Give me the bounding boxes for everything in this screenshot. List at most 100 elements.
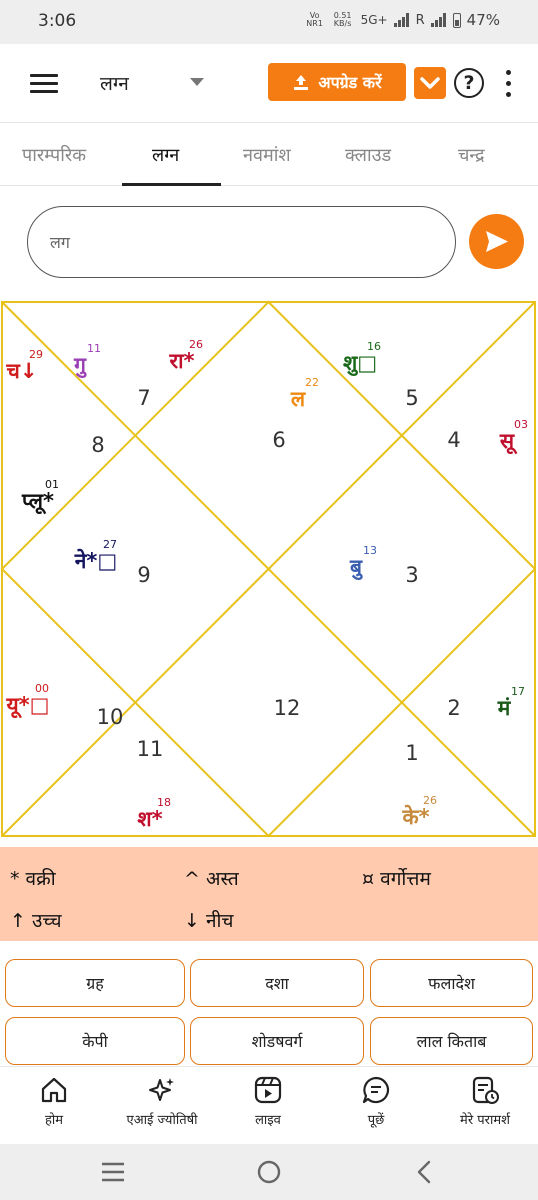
home-icon <box>41 1077 67 1103</box>
nav-ask[interactable]: पूछें <box>346 1067 406 1145</box>
status-time: 3:06 <box>38 11 77 31</box>
search-input[interactable] <box>50 229 430 255</box>
kp-button[interactable]: केपी <box>5 1017 185 1065</box>
planet-label: च↓ <box>6 359 38 383</box>
planet-degree: 26 <box>423 794 437 807</box>
speed-indicator: 0.51 KB/s <box>331 12 355 28</box>
planet-degree: 16 <box>367 340 381 353</box>
planet-labels: च↓29 गु11रा*26ल22शु□16सू03प्लू*01ने*□27बु… <box>5 338 528 831</box>
help-icon[interactable]: ? <box>454 68 484 98</box>
planet-label: मं <box>497 696 512 720</box>
chevron-down-icon <box>420 77 440 89</box>
house-number-12: 12 <box>274 696 301 720</box>
planet-label: प्लू* <box>21 489 54 515</box>
signal-icon-2 <box>430 13 447 27</box>
search-box <box>27 206 456 278</box>
planet-degree: 00 <box>35 682 49 695</box>
nav-live[interactable]: लाइव <box>238 1067 298 1145</box>
shodashvarga-button[interactable]: शोडषवर्ग <box>190 1017 364 1065</box>
signal-icon <box>393 13 410 27</box>
lal-kitab-button[interactable]: लाल किताब <box>370 1017 533 1065</box>
tab-cloud[interactable]: क्लाउड <box>345 143 391 167</box>
menu-icon[interactable] <box>30 74 58 94</box>
planet-label: सू <box>499 429 518 455</box>
roaming-indicator: R <box>415 12 425 28</box>
house-number-9: 9 <box>137 563 150 587</box>
bottom-navigation: होम एआई ज्योतिषी लाइव पूछें मेरे परामर्श <box>0 1066 538 1144</box>
upload-icon <box>294 75 309 90</box>
volte-indicator: Vo NR1 <box>306 11 323 28</box>
tab-lagna[interactable]: लग्न <box>152 143 179 167</box>
planet-label: ने*□ <box>74 548 117 573</box>
house-number-10: 10 <box>97 705 124 729</box>
legend-panel: * वक्री ^ अस्त ¤ वर्गोत्तम ↑ उच्च ↓ नीच <box>0 847 538 941</box>
chat-icon <box>362 1076 390 1104</box>
chart-type-value: लग्न <box>100 73 129 95</box>
sparkle-icon <box>149 1078 174 1101</box>
nav-ai-astrologer-label: एआई ज्योतिषी <box>126 1113 198 1128</box>
status-icons: Vo NR1 0.51 KB/s 5G+ R 47% <box>305 11 500 29</box>
house-number-8: 8 <box>91 433 104 457</box>
legend-debilitated: ↓ नीच <box>184 910 234 932</box>
legend-vargottam: ¤ वर्गोत्तम <box>362 868 431 890</box>
nav-ai-astrologer[interactable]: एआई ज्योतिषी <box>112 1067 212 1145</box>
recent-apps-icon[interactable] <box>100 1161 126 1183</box>
app-bar: लग्न अपग्रेड करें ? <box>0 44 538 122</box>
battery-icon <box>452 12 461 28</box>
house-number-7: 7 <box>137 386 150 410</box>
battery-percent: 47% <box>466 11 500 29</box>
nav-ask-label: पूछें <box>367 1113 385 1128</box>
legend-exalted: ↑ उच्च <box>10 910 62 932</box>
legend-retrograde: * वक्री <box>10 868 56 890</box>
planet-degree: 18 <box>157 796 171 809</box>
planet-label: शु□ <box>343 351 377 377</box>
house-number-1: 1 <box>405 741 418 765</box>
chevron-down-icon <box>190 78 204 86</box>
active-tab-indicator <box>122 183 221 186</box>
tab-chandra[interactable]: चन्द्र <box>458 143 485 167</box>
dasha-button[interactable]: दशा <box>190 959 364 1007</box>
planet-degree: 29 <box>29 348 43 361</box>
chart-tabs: पारम्परिक लग्न नवमांश क्लाउड चन्द्र <box>0 122 538 186</box>
house-number-4: 4 <box>447 428 460 452</box>
house-number-5: 5 <box>405 386 418 410</box>
planets-button[interactable]: ग्रह <box>5 959 185 1007</box>
house-number-6: 6 <box>272 428 285 452</box>
house-number-3: 3 <box>405 563 418 587</box>
predictions-button[interactable]: फलादेश <box>370 959 533 1007</box>
send-icon <box>486 231 508 252</box>
planet-label: श* <box>137 807 162 831</box>
planet-degree: 17 <box>511 685 525 698</box>
planet-label: यू*□ <box>5 693 49 719</box>
tab-traditional[interactable]: पारम्परिक <box>22 143 86 167</box>
speed-unit: KB/s <box>333 19 352 28</box>
planet-label: ल <box>290 387 306 411</box>
upgrade-label: अपग्रेड करें <box>318 73 382 92</box>
status-bar: 3:06 Vo NR1 0.51 KB/s 5G+ R 47% <box>0 0 538 44</box>
nav-live-label: लाइव <box>255 1113 281 1128</box>
network-type: 5G+ <box>360 13 388 27</box>
planet-degree: 27 <box>103 538 117 551</box>
nav-my-consultations[interactable]: मेरे परामर्श <box>440 1067 530 1145</box>
planet-label: गु <box>73 353 87 379</box>
planet-degree: 13 <box>363 544 377 557</box>
legend-combust: ^ अस्त <box>184 868 239 890</box>
home-system-icon[interactable] <box>256 1159 282 1185</box>
consultation-history-icon <box>472 1076 499 1104</box>
planet-degree: 03 <box>514 418 528 431</box>
planet-degree: 01 <box>45 478 59 491</box>
live-video-icon <box>254 1076 282 1104</box>
upgrade-options-button[interactable] <box>414 67 446 99</box>
kundli-chart: 1 2 3 4 5 6 7 8 9 10 11 12 च↓29 गु11रा*26… <box>0 300 537 838</box>
house-number-2: 2 <box>447 696 460 720</box>
tab-navamsha[interactable]: नवमांश <box>243 143 291 167</box>
back-icon[interactable] <box>412 1159 436 1185</box>
nav-home-label: होम <box>44 1113 64 1128</box>
planet-label: के* <box>401 804 429 829</box>
more-options-icon[interactable] <box>504 70 512 98</box>
upgrade-button[interactable]: अपग्रेड करें <box>268 63 406 101</box>
send-button[interactable] <box>469 214 524 269</box>
system-navigation-bar <box>0 1144 538 1200</box>
planet-label: रा* <box>168 349 194 373</box>
nav-home[interactable]: होम <box>24 1067 84 1145</box>
